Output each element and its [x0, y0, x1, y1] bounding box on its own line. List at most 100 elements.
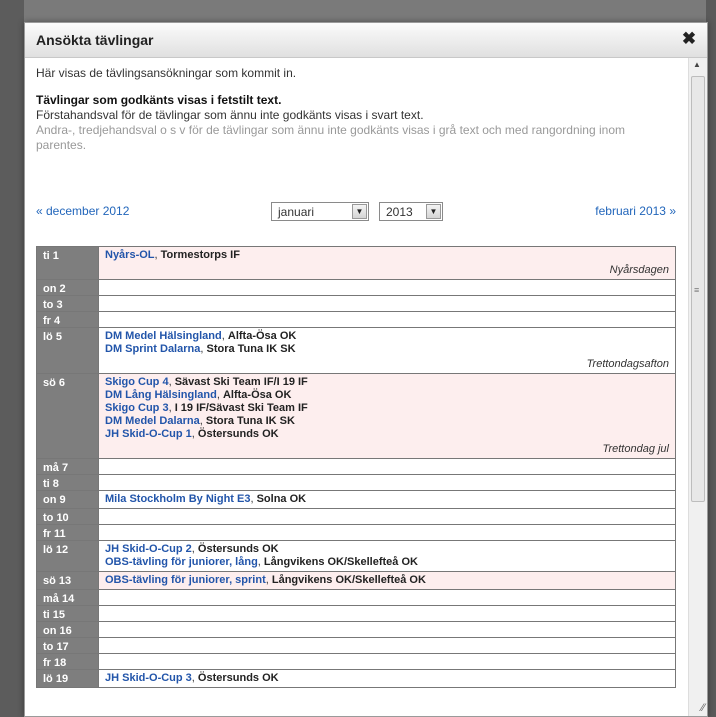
close-icon[interactable]: ✖ — [679, 29, 699, 49]
event-item: Nyårs-OL, Tormestorps IF — [105, 249, 240, 261]
event-organizer: Tormestorps IF — [160, 249, 240, 261]
event-link[interactable]: DM Sprint Dalarna — [105, 343, 200, 355]
event-link[interactable]: Nyårs-OL — [105, 249, 155, 261]
calendar-day: to 3 — [36, 295, 99, 312]
event-link[interactable]: JH Skid-O-Cup 1 — [105, 428, 192, 440]
event-organizer: Solna OK — [256, 493, 307, 505]
calendar-events-cell — [98, 508, 676, 525]
intro-legend-approved: Tävlingar som godkänts visas i fetstilt … — [36, 93, 282, 107]
holiday-label: Trettondagsafton — [586, 358, 669, 370]
calendar-day: on 2 — [36, 279, 99, 296]
event-item: JH Skid-O-Cup 2, Östersunds OK — [105, 543, 279, 555]
year-select[interactable]: 2013 ▼ — [379, 202, 443, 221]
event-organizer: Stora Tuna IK SK — [206, 343, 296, 355]
calendar-row: ti 8 — [36, 474, 676, 491]
calendar-row: to 10 — [36, 508, 676, 525]
scrollbar-thumb[interactable]: ≡ — [691, 76, 705, 502]
calendar-events-cell — [98, 589, 676, 606]
calendar-day: ti 1 — [36, 246, 99, 280]
event-item: DM Sprint Dalarna, Stora Tuna IK SK — [105, 343, 296, 355]
calendar-row: ti 1 Nyårs-OL, Tormestorps IF Nyårsdagen — [36, 246, 676, 280]
chevron-down-icon: ▼ — [426, 204, 441, 219]
calendar-events-cell — [98, 637, 676, 654]
calendar-row: lö 5 DM Medel Hälsingland, Alfta-Ösa OK DM… — [36, 327, 676, 374]
month-navigation: « december 2012 januari ▼ 2013 ▼ februar… — [36, 202, 676, 224]
event-item: Skigo Cup 3, I 19 IF/Sävast Ski Team IF — [105, 402, 308, 414]
calendar-events-cell — [98, 621, 676, 638]
event-link[interactable]: JH Skid-O-Cup 2 — [105, 543, 192, 555]
event-item: DM Lång Hälsingland, Alfta-Ösa OK — [105, 389, 292, 401]
event-organizer: Långvikens OK/Skellefteå OK — [263, 556, 418, 568]
calendar-events-cell — [98, 311, 676, 328]
event-link[interactable]: DM Medel Hälsingland — [105, 330, 222, 342]
event-item: DM Medel Hälsingland, Alfta-Ösa OK — [105, 330, 297, 342]
calendar-day: lö 19 — [36, 669, 99, 688]
calendar-events-cell: JH Skid-O-Cup 3, Östersunds OK — [98, 669, 676, 688]
resize-grip-icon[interactable]: ⁄⁄ — [701, 702, 705, 714]
calendar-events-cell — [98, 458, 676, 475]
calendar-day: on 16 — [36, 621, 99, 638]
event-organizer: Sävast Ski Team IF/I 19 IF — [174, 376, 308, 388]
calendar-events-cell — [98, 524, 676, 541]
intro-line: Här visas de tävlingsansökningar som kom… — [36, 66, 297, 80]
background-edge — [0, 0, 24, 717]
event-link[interactable]: DM Lång Hälsingland — [105, 389, 217, 401]
calendar-day: lö 12 — [36, 540, 99, 572]
calendar-row: on 2 — [36, 279, 676, 296]
month-select-value: januari — [278, 205, 315, 219]
calendar-day: fr 11 — [36, 524, 99, 541]
calendar-events-cell: Mila Stockholm By Night E3, Solna OK — [98, 490, 676, 509]
event-link[interactable]: Mila Stockholm By Night E3 — [105, 493, 250, 505]
calendar-events-cell: DM Medel Hälsingland, Alfta-Ösa OK DM Spr… — [98, 327, 676, 374]
grip-icon: ≡ — [694, 285, 700, 295]
dialog-title: Ansökta tävlingar — [36, 32, 154, 48]
vertical-scrollbar[interactable]: ▲ ≡ — [688, 58, 707, 716]
event-item: Skigo Cup 4, Sävast Ski Team IF/I 19 IF — [105, 376, 308, 388]
event-item: JH Skid-O-Cup 3, Östersunds OK — [105, 672, 279, 684]
calendar-events-cell — [98, 605, 676, 622]
calendar-events-cell — [98, 474, 676, 491]
event-link[interactable]: DM Medel Dalarna — [105, 415, 200, 427]
intro-legend-other-choices: Andra-, tredjehandsval o s v för de tävl… — [36, 123, 625, 152]
prev-month-link[interactable]: « december 2012 — [36, 204, 129, 218]
event-item: DM Medel Dalarna, Stora Tuna IK SK — [105, 415, 295, 427]
calendar-row: sö 13 OBS-tävling för juniorer, sprint, L… — [36, 571, 676, 590]
event-link[interactable]: Skigo Cup 4 — [105, 376, 169, 388]
calendar-table: ti 1 Nyårs-OL, Tormestorps IF Nyårsdagen on… — [36, 246, 676, 688]
competitions-dialog: Ansökta tävlingar ✖ Här visas de tävling… — [24, 22, 708, 717]
calendar-row: må 7 — [36, 458, 676, 475]
event-item: OBS-tävling för juniorer, lång, Långvike… — [105, 556, 418, 568]
calendar-events-cell: JH Skid-O-Cup 2, Östersunds OK OBS-tävlin… — [98, 540, 676, 572]
calendar-day: ti 8 — [36, 474, 99, 491]
event-link[interactable]: Skigo Cup 3 — [105, 402, 169, 414]
calendar-row: ti 15 — [36, 605, 676, 622]
calendar-events-cell: Skigo Cup 4, Sävast Ski Team IF/I 19 IF D… — [98, 373, 676, 459]
chevron-down-icon: ▼ — [352, 204, 367, 219]
calendar-row: on 9 Mila Stockholm By Night E3, Solna OK — [36, 490, 676, 509]
event-item: Mila Stockholm By Night E3, Solna OK — [105, 493, 307, 505]
calendar-row: on 16 — [36, 621, 676, 638]
event-link[interactable]: OBS-tävling för juniorer, lång — [105, 556, 258, 568]
event-item: JH Skid-O-Cup 1, Östersunds OK — [105, 428, 279, 440]
dialog-content: Här visas de tävlingsansökningar som kom… — [25, 58, 687, 716]
calendar-row: fr 11 — [36, 524, 676, 541]
event-item: OBS-tävling för juniorer, sprint, Långvi… — [105, 574, 426, 586]
calendar-day: sö 13 — [36, 571, 99, 590]
calendar-day: to 17 — [36, 637, 99, 654]
event-link[interactable]: OBS-tävling för juniorer, sprint — [105, 574, 266, 586]
calendar-row: lö 12 JH Skid-O-Cup 2, Östersunds OK OBS-t… — [36, 540, 676, 572]
event-organizer: Östersunds OK — [197, 543, 279, 555]
calendar-day: on 9 — [36, 490, 99, 509]
month-select[interactable]: januari ▼ — [271, 202, 369, 221]
scroll-up-icon[interactable]: ▲ — [693, 60, 701, 69]
event-link[interactable]: JH Skid-O-Cup 3 — [105, 672, 192, 684]
event-organizer: Stora Tuna IK SK — [205, 415, 295, 427]
holiday-label: Nyårsdagen — [609, 264, 669, 276]
calendar-day: to 10 — [36, 508, 99, 525]
holiday-label: Trettondag jul — [602, 443, 669, 455]
calendar-day: fr 4 — [36, 311, 99, 328]
calendar-events-cell — [98, 279, 676, 296]
dialog-titlebar[interactable]: Ansökta tävlingar ✖ — [25, 23, 707, 58]
calendar-row: sö 6 Skigo Cup 4, Sävast Ski Team IF/I 19… — [36, 373, 676, 459]
next-month-link[interactable]: februari 2013 » — [595, 204, 676, 218]
